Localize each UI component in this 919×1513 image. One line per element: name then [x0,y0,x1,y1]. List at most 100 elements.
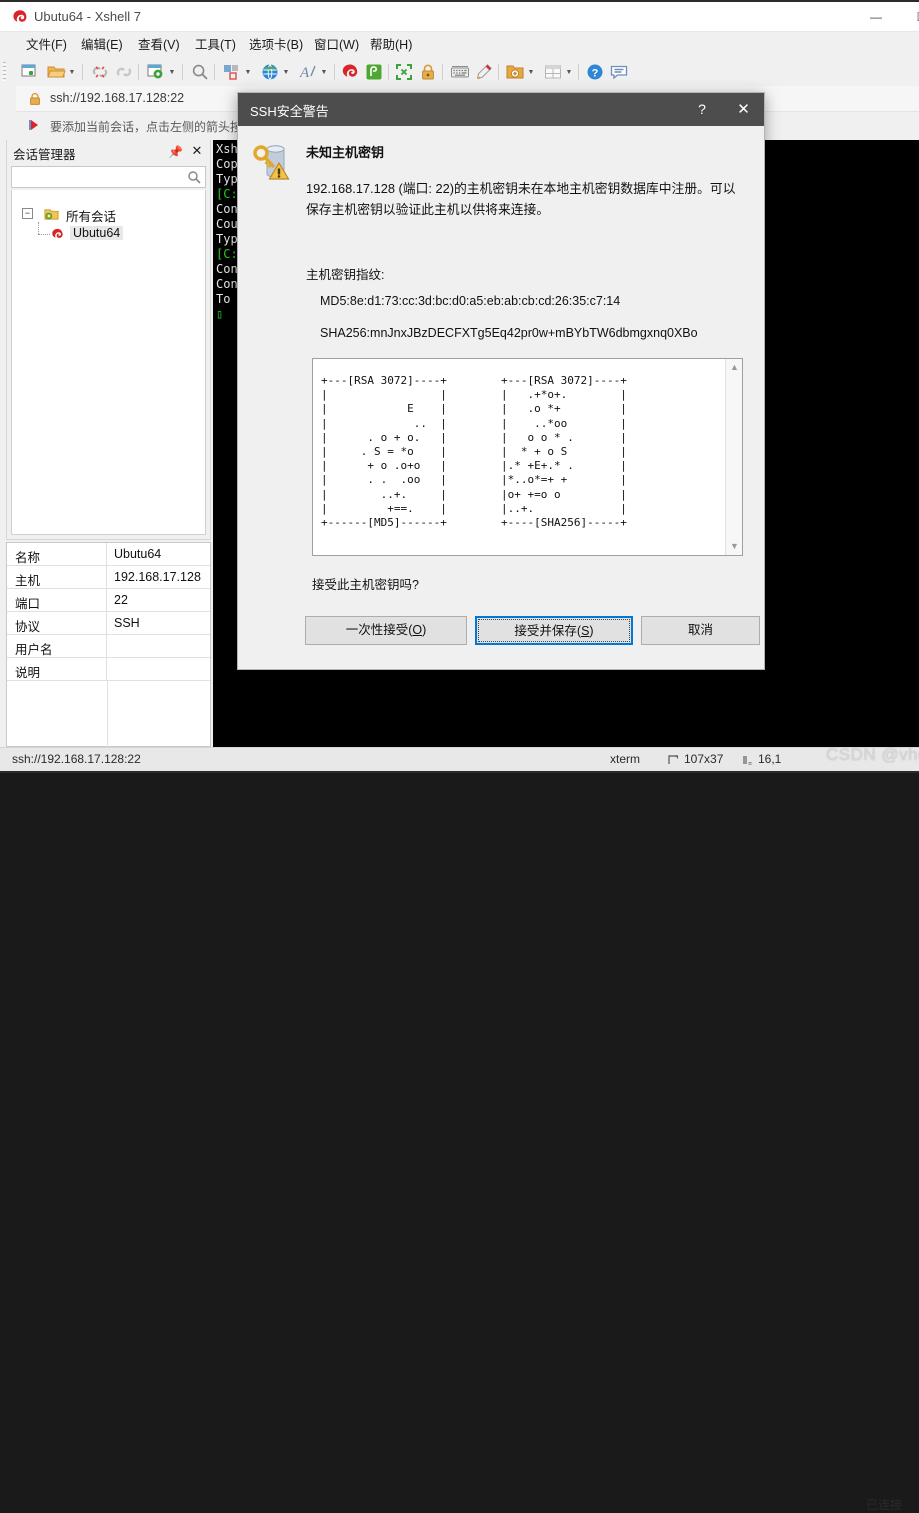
accept-once-suffix: ) [422,623,427,637]
table-row[interactable]: 端口 22 [7,589,210,612]
chat-icon[interactable] [609,62,629,82]
session-search-box[interactable] [11,166,206,188]
menu-help[interactable]: 帮助(H) [364,32,418,58]
randomart-sha256: +---[RSA 3072]----+ | .+*o+. | | .o *+ |… [501,374,627,530]
tree-connector [38,222,39,234]
add-to-folder-icon[interactable] [505,62,525,82]
globe-dropdown-arrow[interactable]: ▼ [282,69,290,77]
randomart-box[interactable]: +---[RSA 3072]----+ | | | E | | .. | | .… [312,358,743,556]
globe-icon[interactable] [260,62,280,82]
property-value: Ubutu64 [114,547,162,561]
lock-icon[interactable] [418,62,438,82]
layout-dropdown-arrow[interactable]: ▼ [244,69,252,77]
tree-label-session-ubutu64[interactable]: Ubutu64 [70,226,124,240]
dialog-help-button[interactable]: ? [681,93,723,126]
randomart-scrollbar[interactable]: ▲ ▼ [725,359,742,555]
statusbar: ssh://192.168.17.128:22 xterm 107x37 16,… [0,747,919,1512]
close-icon[interactable]: ✕ [190,144,204,158]
property-key: 主机 [7,566,107,589]
toolbar-separator [334,64,335,80]
address-bar-url[interactable]: ssh://192.168.17.128:22 [50,91,184,105]
property-value [108,635,210,658]
dialog-question: 接受此主机密钥吗? [312,578,419,592]
find-icon[interactable] [190,62,210,82]
toolbar-separator [578,64,579,80]
resize-icon [668,755,678,764]
toolbar-separator [82,64,83,80]
table-row[interactable]: 名称 Ubutu64 [7,543,210,566]
table-row[interactable]: 说明 [7,658,210,681]
toolbar-grip[interactable] [3,62,6,82]
properties-column-divider [107,681,108,747]
cancel-button[interactable]: 取消 [641,616,760,645]
svg-text:A: A [299,65,310,81]
tree-expander[interactable]: − [22,208,33,219]
property-key: 端口 [7,589,107,612]
accept-and-save-label: 接受并保存( [514,624,582,638]
dialog-body: 未知主机密钥 192.168.17.128 (端口: 22)的主机密钥未在本地主… [238,126,764,669]
keyboard-icon[interactable] [450,62,470,82]
highlight-icon[interactable] [474,62,494,82]
property-key: 协议 [7,612,107,635]
menu-edit[interactable]: 编辑(E) [75,32,129,58]
open-folder-icon[interactable] [46,62,66,82]
new-session-icon[interactable] [20,62,40,82]
toolbar-separator [182,64,183,80]
statusbar-terminal-type: xterm [610,752,640,766]
session-properties-icon[interactable] [146,62,166,82]
font-icon[interactable]: A [298,62,318,82]
accept-and-save-focus-ring: 接受并保存(S) [478,619,630,642]
fingerprint-label: 主机密钥指纹: [306,268,385,282]
search-input[interactable] [16,169,181,186]
menu-file[interactable]: 文件(F) [20,32,73,58]
fingerprint-md5: MD5:8e:d1:73:cc:3d:bc:d0:a5:eb:ab:cb:cd:… [320,294,621,308]
tree-node-all-sessions[interactable]: − 所有会话 [22,204,202,224]
add-to-folder-dropdown-arrow[interactable]: ▼ [527,69,535,77]
open-folder-dropdown-arrow[interactable]: ▼ [68,69,76,77]
property-key: 名称 [7,543,107,566]
key-warning-icon [253,145,290,180]
fullscreen-icon[interactable] [394,62,414,82]
xshell-icon[interactable] [340,62,360,82]
tree-node-session-ubutu64[interactable]: Ubutu64 [50,224,200,244]
fingerprint-sha256: SHA256:mnJnxJBzDECFXTg5Eq42pr0w+mBYbTW6d… [320,326,698,340]
dialog-heading: 未知主机密钥 [306,145,385,160]
reconnect-icon[interactable] [114,62,134,82]
menu-tools[interactable]: 工具(T) [189,32,242,58]
xshell-session-icon [52,228,63,238]
layout-icon[interactable] [222,62,242,82]
menu-tabs[interactable]: 选项卡(B) [243,32,309,58]
menu-view[interactable]: 查看(V) [132,32,186,58]
dialog-title: SSH安全警告 [250,104,329,119]
search-icon[interactable] [187,170,201,184]
minimize-button[interactable]: — [853,2,899,32]
arrange-dropdown-arrow[interactable]: ▼ [565,69,573,77]
chevron-down-icon[interactable]: ▼ [726,538,743,555]
pin-icon[interactable]: 📌 [168,145,183,159]
session-manager-panel: 会话管理器 📌 ✕ − 所有会话 Ubutu64 [6,140,211,540]
toolbar-separator [214,64,215,80]
statusbar-size: 107x37 [684,752,724,766]
arrange-icon[interactable] [543,62,563,82]
accept-once-button[interactable]: 一次性接受(O) [305,616,467,645]
menu-window[interactable]: 窗口(W) [308,32,365,58]
help-icon[interactable]: ? [585,62,605,82]
session-properties-dropdown-arrow[interactable]: ▼ [168,69,176,77]
session-tree[interactable]: − 所有会话 Ubutu64 [11,190,206,535]
ssh-security-warning-dialog: SSH安全警告 ? ✕ 未知主机密钥 192.168.17.128 (端口: 2… [237,92,765,670]
maximize-button[interactable]: ☐ [899,2,919,32]
dialog-titlebar: SSH安全警告 ? ✕ [238,93,764,126]
font-dropdown-arrow[interactable]: ▼ [320,69,328,77]
table-row[interactable]: 协议 SSH [7,612,210,635]
red-arrow-icon[interactable] [28,118,42,132]
window-title: Ubutu64 - Xshell 7 [34,9,141,24]
chevron-up-icon[interactable]: ▲ [726,359,743,376]
table-row[interactable]: 主机 192.168.17.128 [7,566,210,589]
tree-connector-dash [38,234,50,235]
xftp-icon[interactable] [364,62,384,82]
toolbar-separator [388,64,389,80]
dialog-close-button[interactable]: ✕ [723,93,764,126]
disconnect-icon[interactable] [90,62,110,82]
table-row[interactable]: 用户名 [7,635,210,658]
accept-and-save-button[interactable]: 接受并保存(S) [475,616,633,645]
